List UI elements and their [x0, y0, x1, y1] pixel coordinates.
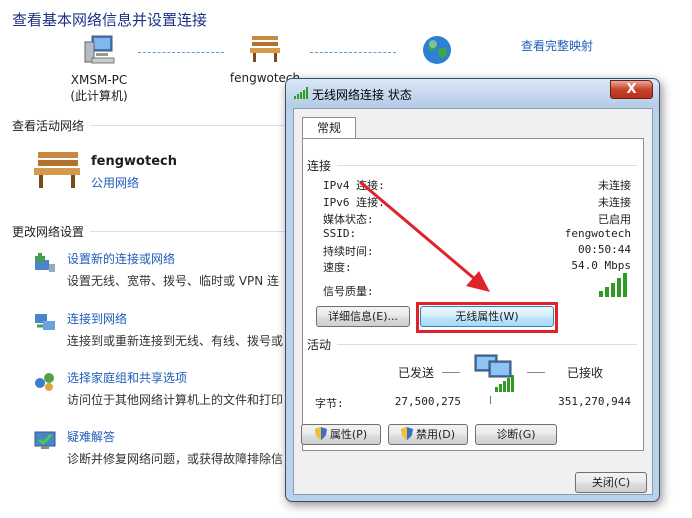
wireless-properties-button[interactable]: 无线属性(W) [420, 306, 554, 327]
bench-icon [249, 34, 281, 64]
close-window-button[interactable]: X [610, 80, 653, 99]
divider [337, 344, 637, 345]
properties-button[interactable]: 属性(P) [301, 424, 381, 445]
sent-label: 已发送 [398, 366, 435, 380]
close-button[interactable]: 关闭(C) [575, 472, 647, 493]
connect-network-link[interactable]: 连接到网络 [67, 310, 127, 327]
speed-label: 速度: [323, 261, 352, 274]
active-network-bench-icon [32, 150, 82, 190]
general-tab-panel: 连接 IPv4 连接: 未连接 IPv6 连接: 未连接 媒体状态: 已启用 S… [301, 138, 644, 451]
media-state-label: 媒体状态: [323, 213, 374, 226]
active-networks-heading: 查看活动网络 [12, 119, 85, 133]
sent-line [442, 372, 460, 373]
this-computer-node: XMSM-PC (此计算机) [55, 34, 143, 104]
bytes-label: 字节: [315, 397, 344, 410]
computer-name: XMSM-PC [70, 73, 128, 87]
troubleshoot-link[interactable]: 疑难解答 [67, 428, 115, 445]
received-line [527, 372, 545, 373]
new-connection-icon [33, 250, 57, 274]
bytes-sent-value: 27,500,275 [394, 395, 461, 408]
divider [90, 231, 290, 232]
uac-shield-icon [400, 427, 413, 440]
signal-quality-label: 信号质量: [323, 285, 374, 298]
active-network-name: fengwotech [91, 154, 177, 169]
signal-quality-bars [599, 271, 629, 300]
bytes-received-value: 351,270,944 [558, 395, 631, 408]
page-title: 查看基本网络信息并设置连接 [12, 11, 208, 29]
received-label: 已接收 [567, 366, 604, 380]
ssid-value: fengwotech [564, 227, 631, 240]
media-state-value: 已启用 [598, 213, 631, 226]
details-button[interactable]: 详细信息(E)... [316, 306, 410, 327]
task-description: 设置无线、宽带、拨号、临时或 VPN 连 [67, 274, 280, 288]
duration-label: 持续时间: [323, 245, 374, 258]
task-description: 访问位于其他网络计算机上的文件和打印 [67, 393, 284, 407]
task-description: 诊断并修复网络问题，或获得故障排除信 [67, 452, 284, 466]
globe-icon [421, 34, 453, 66]
ssid-label: SSID: [323, 227, 357, 240]
uac-shield-icon [314, 427, 327, 440]
troubleshoot-icon [33, 428, 57, 452]
task-description: 连接到或重新连接到无线、有线、拨号或 [67, 334, 284, 348]
connection-line [138, 52, 224, 53]
homegroup-link[interactable]: 选择家庭组和共享选项 [67, 369, 187, 386]
divider [90, 125, 290, 126]
disable-button[interactable]: 禁用(D) [388, 424, 468, 445]
internet-node [415, 34, 459, 72]
dialog-title: 无线网络连接 状态 [312, 88, 412, 102]
dialog-titlebar[interactable]: 无线网络连接 状态 X [286, 79, 659, 107]
properties-label: 属性(P) [329, 428, 368, 441]
view-full-map-link[interactable]: 查看完整映射 [521, 37, 593, 54]
dialog-client-area: 常规 连接 IPv4 连接: 未连接 IPv6 连接: 未连接 媒体状态: 已启… [293, 108, 653, 495]
change-settings-heading: 更改网络设置 [12, 225, 85, 239]
ipv6-value: 未连接 [598, 196, 631, 209]
ipv4-value: 未连接 [598, 179, 631, 192]
homegroup-icon [33, 369, 57, 393]
connection-group-label: 连接 [307, 159, 332, 173]
disable-label: 禁用(D) [415, 428, 456, 441]
divider [337, 165, 637, 166]
computer-subtitle: (此计算机) [70, 89, 128, 103]
connect-network-icon [33, 310, 57, 334]
duration-value: 00:50:44 [578, 243, 631, 256]
network-type-link[interactable]: 公用网络 [91, 174, 139, 191]
activity-group-label: 活动 [307, 338, 332, 352]
diagnose-button[interactable]: 诊断(G) [475, 424, 557, 445]
connection-line [310, 52, 396, 53]
ipv6-label: IPv6 连接: [323, 196, 385, 209]
new-connection-link[interactable]: 设置新的连接或网络 [67, 250, 175, 267]
network-activity-icon [471, 349, 523, 405]
computer-icon [82, 34, 116, 66]
wireless-status-dialog: 无线网络连接 状态 X 常规 连接 IPv4 连接: 未连接 IPv6 连接: … [285, 78, 660, 502]
signal-strength-icon [294, 87, 308, 102]
ipv4-label: IPv4 连接: [323, 179, 385, 192]
tab-general[interactable]: 常规 [302, 117, 356, 139]
